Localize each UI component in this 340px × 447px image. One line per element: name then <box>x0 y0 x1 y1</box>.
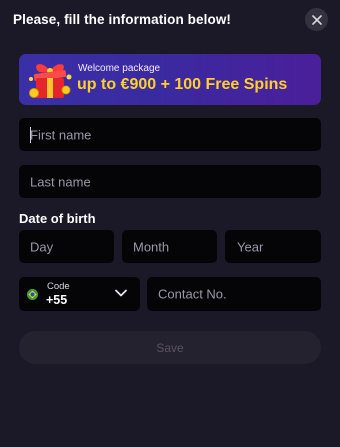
contact-number-field[interactable]: Contact No. <box>147 277 321 311</box>
month-field[interactable]: Month <box>122 230 217 263</box>
save-button[interactable]: Save <box>19 331 321 364</box>
contact-number-placeholder: Contact No. <box>158 286 227 302</box>
registration-modal: Please, fill the information below! Welc… <box>0 0 340 447</box>
first-name-field[interactable]: First name <box>19 118 321 151</box>
banner-title: up to €900 + 100 Free Spins <box>77 76 288 93</box>
close-button[interactable] <box>305 8 328 31</box>
last-name-field[interactable]: Last name <box>19 165 321 198</box>
gift-icon <box>29 64 72 98</box>
day-field[interactable]: Day <box>19 230 114 263</box>
banner-subtitle: Welcome package <box>78 63 161 74</box>
welcome-banner[interactable]: Welcome package up to €900 + 100 Free Sp… <box>19 54 321 105</box>
date-of-birth-label: Date of birth <box>19 211 96 226</box>
day-placeholder: Day <box>30 239 54 254</box>
brazil-flag-icon <box>27 289 38 300</box>
first-name-placeholder: First name <box>30 127 92 142</box>
phone-code-select[interactable]: Code +55 <box>19 277 140 311</box>
chevron-down-icon <box>115 289 127 297</box>
modal-title: Please, fill the information below! <box>13 12 232 27</box>
phone-code-value: +55 <box>46 293 68 307</box>
year-placeholder: Year <box>237 239 264 254</box>
month-placeholder: Month <box>133 239 170 254</box>
phone-code-label: Code <box>47 281 70 292</box>
close-icon <box>311 14 322 25</box>
year-field[interactable]: Year <box>225 230 321 263</box>
last-name-placeholder: Last name <box>30 174 91 189</box>
